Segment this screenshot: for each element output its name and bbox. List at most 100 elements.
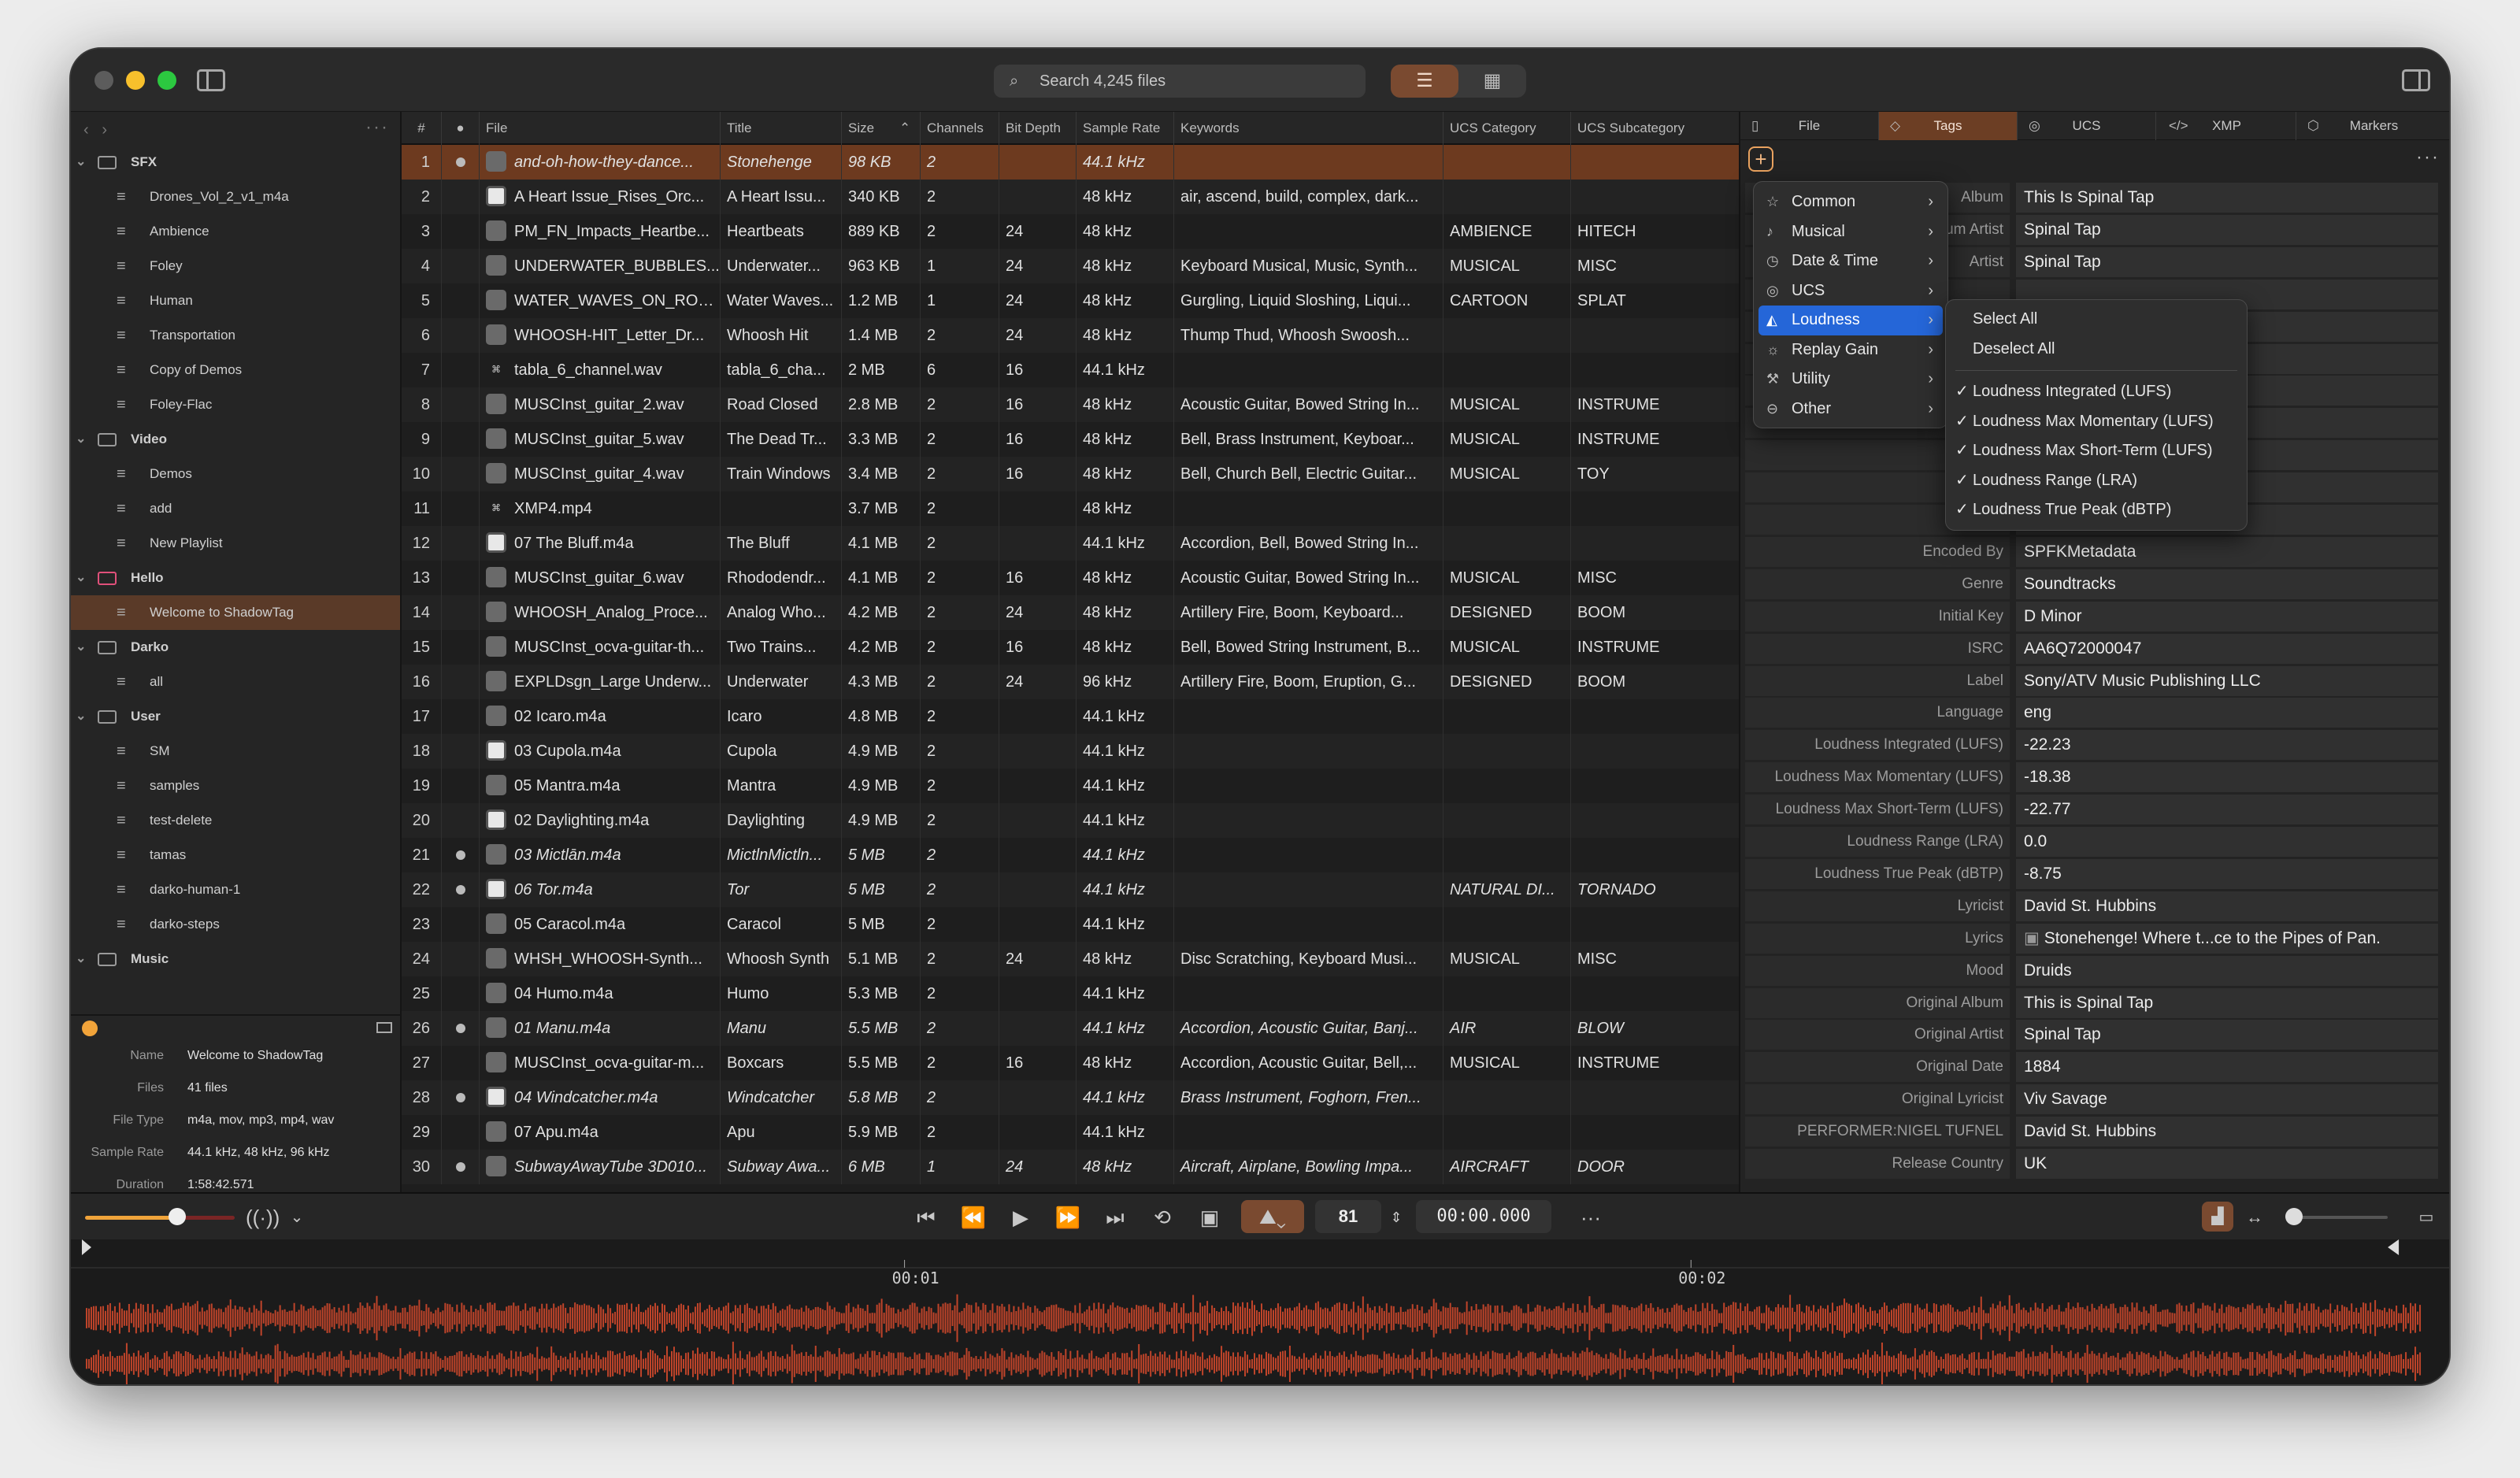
- tag-field-row[interactable]: Release Country UK: [1745, 1149, 2443, 1179]
- field-value[interactable]: 0.0: [2016, 827, 2438, 857]
- folder-row[interactable]: ⌄ Video: [71, 422, 400, 457]
- field-value[interactable]: -22.77: [2016, 795, 2438, 825]
- menu-item-loudness[interactable]: ◭ Loudness ›: [1758, 306, 1943, 335]
- rate-stepper-icon[interactable]: ⇕: [1384, 1203, 1408, 1232]
- column-header[interactable]: Bit Depth: [999, 112, 1076, 145]
- waveform[interactable]: 00:01 00:02: [71, 1239, 2449, 1386]
- playlist-row[interactable]: ≡ test-delete: [71, 803, 400, 838]
- tag-field-row[interactable]: Genre Soundtracks: [1745, 569, 2443, 599]
- playlist-row[interactable]: ≡ New Playlist: [71, 526, 400, 561]
- tab-file[interactable]: ▯ File: [1740, 112, 1879, 140]
- more-icon[interactable]: ···: [1575, 1203, 1606, 1232]
- collapse-icon[interactable]: [376, 1022, 392, 1033]
- table-row[interactable]: 19 05 Mantra.m4a Mantra 4.9 MB 2 44.1 kHz: [402, 769, 1739, 803]
- forward-icon[interactable]: ›: [102, 121, 107, 139]
- table-row[interactable]: 9 MUSCInst_guitar_5.wav The Dead Tr... 3.3 …: [402, 422, 1739, 457]
- field-value[interactable]: -22.23: [2016, 730, 2438, 761]
- field-value[interactable]: Spinal Tap: [2016, 214, 2438, 245]
- playlist-row[interactable]: ≡ darko-steps: [71, 907, 400, 942]
- tag-field-row[interactable]: Language eng: [1745, 698, 2443, 728]
- field-value[interactable]: Spinal Tap: [2016, 1020, 2438, 1050]
- speaker-icon[interactable]: ((·)): [246, 1203, 280, 1232]
- tag-field-row[interactable]: Mood Druids: [1745, 955, 2443, 986]
- playlist-row[interactable]: ≡ Drones_Vol_2_v1_m4a: [71, 180, 400, 214]
- tag-field-row[interactable]: ISRC AA6Q72000047: [1745, 633, 2443, 664]
- volume-slider[interactable]: [85, 1208, 235, 1225]
- table-row[interactable]: 1 and-oh-how-they-dance... Stonehenge 98 KB…: [402, 145, 1739, 180]
- field-value[interactable]: eng: [2016, 698, 2438, 728]
- column-header[interactable]: Channels: [920, 112, 999, 145]
- playlist-row[interactable]: ≡ add: [71, 491, 400, 526]
- field-value[interactable]: This Is Spinal Tap: [2016, 183, 2438, 213]
- tag-field-row[interactable]: Encoded By SPFKMetadata: [1745, 536, 2443, 567]
- loudness-field-item[interactable]: ✓ Loudness Integrated (LUFS): [1946, 377, 2247, 407]
- table-row[interactable]: 5 WATER_WAVES_ON_ROC... Water Waves... 1.2 …: [402, 283, 1739, 318]
- table-row[interactable]: 3 PM_FN_Impacts_Heartbe... Heartbeats 889 K…: [402, 214, 1739, 249]
- menu-item-musical[interactable]: ♪ Musical ›: [1758, 217, 1943, 247]
- table-row[interactable]: 13 MUSCInst_guitar_6.wav Rhododendr... 4.1 …: [402, 561, 1739, 595]
- lyrics-expand-icon[interactable]: ▣: [2024, 929, 2044, 947]
- table-row[interactable]: 7 ⌘ tabla_6_channel.wav tabla_6_cha... 2 MB 6…: [402, 353, 1739, 387]
- field-value[interactable]: ▣ Stonehenge! Where t...ce to the Pipes …: [2016, 923, 2438, 954]
- column-header[interactable]: Keywords: [1173, 112, 1443, 145]
- color-tag-icon[interactable]: [82, 1021, 98, 1036]
- tag-field-row[interactable]: Original Album This is Spinal Tap: [1745, 987, 2443, 1018]
- search-field[interactable]: ⌕ Search 4,245 files: [994, 65, 1366, 98]
- table-row[interactable]: 15 MUSCInst_ocva-guitar-th... Two Trains..…: [402, 630, 1739, 665]
- back-icon[interactable]: ‹: [83, 121, 89, 139]
- loudness-field-item[interactable]: ✓ Loudness True Peak (dBTP): [1946, 495, 2247, 525]
- column-header[interactable]: ●: [441, 112, 479, 145]
- folder-row[interactable]: ⌄ User: [71, 699, 400, 734]
- tag-field-row[interactable]: Lyrics ▣ Stonehenge! Where t...ce to the …: [1745, 923, 2443, 954]
- table-row[interactable]: 28 04 Windcatcher.m4a Windcatcher 5.8 MB 2 44…: [402, 1080, 1739, 1115]
- grid-view-icon[interactable]: ▦: [1458, 65, 1526, 98]
- column-header[interactable]: File: [479, 112, 720, 145]
- tag-field-row[interactable]: Label Sony/ATV Music Publishing LLC: [1745, 665, 2443, 696]
- playlist-row[interactable]: ≡ all: [71, 665, 400, 699]
- column-header[interactable]: UCS Category: [1443, 112, 1570, 145]
- skip-end-icon[interactable]: ⏭: [1099, 1203, 1131, 1232]
- tag-field-row[interactable]: Loudness Integrated (LUFS) -22.23: [1745, 730, 2443, 761]
- field-value[interactable]: AA6Q72000047: [2016, 633, 2438, 664]
- table-row[interactable]: 21 03 Mictlān.m4a MictlnMictln... 5 MB 2 44.1…: [402, 838, 1739, 872]
- table-row[interactable]: 23 05 Caracol.m4a Caracol 5 MB 2 44.1 kHz: [402, 907, 1739, 942]
- tag-field-row[interactable]: Loudness Max Momentary (LUFS) -18.38: [1745, 762, 2443, 793]
- table-row[interactable]: 16 EXPLDsgn_Large Underw... Underwater 4.3 …: [402, 665, 1739, 699]
- output-chevron-icon[interactable]: ⌄: [285, 1203, 309, 1232]
- inspector-toggle-icon[interactable]: [2402, 69, 2430, 91]
- playlist-row[interactable]: ≡ Human: [71, 283, 400, 318]
- playlist-row[interactable]: ≡ SM: [71, 734, 400, 769]
- field-value[interactable]: David St. Hubbins: [2016, 891, 2438, 921]
- zoom-slider[interactable]: [2285, 1208, 2388, 1225]
- close-button[interactable]: [94, 71, 113, 90]
- table-row[interactable]: 26 01 Manu.m4a Manu 5.5 MB 2 44.1 kHz Accordio…: [402, 1011, 1739, 1046]
- pitch-icon[interactable]: ⛰⌄: [1241, 1200, 1304, 1233]
- playlist-row[interactable]: ≡ darko-human-1: [71, 872, 400, 907]
- table-row[interactable]: 8 MUSCInst_guitar_2.wav Road Closed 2.8 MB 2…: [402, 387, 1739, 422]
- play-icon[interactable]: ▶: [1005, 1203, 1036, 1232]
- disclosure-chevron-icon[interactable]: ⌄: [76, 630, 86, 665]
- table-row[interactable]: 30 SubwayAwayTube 3D010... Subway Awa... 6 …: [402, 1150, 1739, 1184]
- window-icon[interactable]: ▭: [2414, 1203, 2438, 1232]
- loop-icon[interactable]: ⟲: [1147, 1203, 1178, 1232]
- list-view-icon[interactable]: ☰: [1391, 65, 1458, 98]
- table-row[interactable]: 2 A Heart Issue_Rises_Orc... A Heart Issu.…: [402, 180, 1739, 214]
- tag-field-row[interactable]: Loudness Range (LRA) 0.0: [1745, 827, 2443, 857]
- playlist-row[interactable]: ≡ Foley-Flac: [71, 387, 400, 422]
- table-row[interactable]: 25 04 Humo.m4a Humo 5.3 MB 2 44.1 kHz: [402, 976, 1739, 1011]
- loudness-field-item[interactable]: ✓ Loudness Range (LRA): [1946, 466, 2247, 496]
- column-header[interactable]: Sample Rate: [1076, 112, 1173, 145]
- select-all-item[interactable]: Select All: [1946, 305, 2247, 335]
- table-row[interactable]: 14 WHOOSH_Analog_Proce... Analog Who... 4.2…: [402, 595, 1739, 630]
- spectrum-icon[interactable]: ▟: [2202, 1202, 2233, 1232]
- fast-forward-icon[interactable]: ⏩: [1052, 1203, 1084, 1232]
- playlist-row[interactable]: ≡ Welcome to ShadowTag: [71, 595, 400, 630]
- volume-knob[interactable]: [169, 1208, 186, 1225]
- folder-row[interactable]: ⌄ Hello: [71, 561, 400, 595]
- table-row[interactable]: 24 WHSH_WHOOSH-Synth... Whoosh Synth 5.1 MB…: [402, 942, 1739, 976]
- more-icon[interactable]: ···: [365, 117, 389, 139]
- table-row[interactable]: 12 07 The Bluff.m4a The Bluff 4.1 MB 2 44.1 k…: [402, 526, 1739, 561]
- tab-tags[interactable]: ◇ Tags: [1879, 112, 2018, 140]
- field-value[interactable]: Spinal Tap: [2016, 246, 2438, 277]
- tab-markers[interactable]: ⬡ Markers: [2296, 112, 2449, 140]
